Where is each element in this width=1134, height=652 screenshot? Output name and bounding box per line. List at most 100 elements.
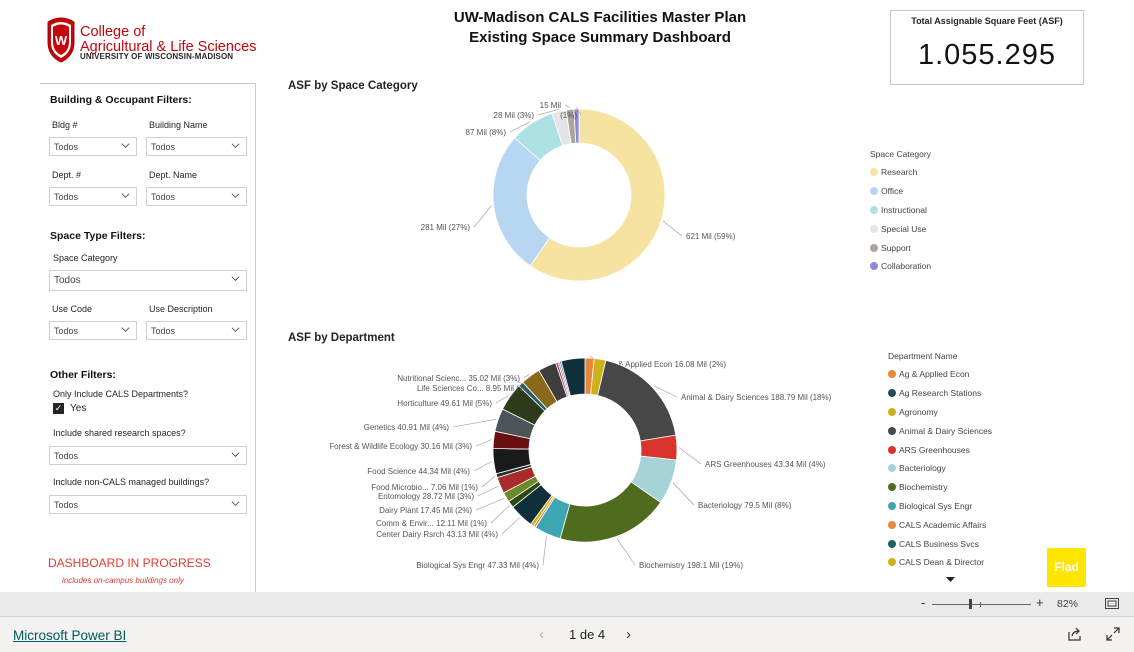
legend-marker — [870, 262, 878, 271]
legend-item-cals-dean-director[interactable]: CALS Dean & Director — [888, 553, 992, 572]
zoom-out-button[interactable]: - — [921, 595, 925, 610]
legend-label: CALS Business Svcs — [899, 538, 979, 549]
expand-icon[interactable] — [1106, 627, 1120, 641]
legend-label: ARS Greenhouses — [899, 444, 970, 455]
zoom-bar: - + 82% — [0, 592, 1134, 617]
leader-line — [481, 476, 495, 488]
legend-item-ars-greenhouses[interactable]: ARS Greenhouses — [888, 440, 992, 459]
fit-to-page-icon[interactable] — [1105, 598, 1119, 609]
legend-label: Instructional — [881, 204, 927, 215]
legend-item-cals-business-svcs[interactable]: CALS Business Svcs — [888, 534, 992, 553]
bldg-name-label: Building Name — [149, 120, 208, 130]
leader-line — [473, 461, 492, 472]
use-description-dropdown[interactable]: Todos — [146, 321, 247, 340]
use-description-value: Todos — [151, 326, 176, 336]
legend-marker — [888, 464, 896, 473]
legend-marker — [888, 483, 896, 492]
title-line1: UW-Madison CALS Facilities Master Plan — [453, 9, 747, 26]
legend-title: Space Category — [870, 149, 931, 159]
legend-marker — [870, 168, 878, 177]
zoom-slider-track[interactable] — [932, 604, 1031, 605]
bldg-name-value: Todos — [151, 142, 176, 152]
legend-item-research[interactable]: Research — [870, 163, 931, 182]
chevron-down-icon — [231, 143, 240, 148]
legend-item-agronomy[interactable]: Agronomy — [888, 403, 992, 422]
legend-item-biological-sys-engr[interactable]: Biological Sys Engr — [888, 497, 992, 516]
bldg-name-dropdown[interactable]: Todos — [146, 137, 247, 156]
non-cals-dropdown[interactable]: Todos — [49, 495, 247, 514]
bldg-num-dropdown[interactable]: Todos — [49, 137, 137, 156]
zoom-slider-thumb[interactable] — [969, 599, 972, 609]
legend-marker — [888, 501, 896, 510]
legend-label: Support — [881, 242, 911, 253]
legend-item-animal-dairy-sciences[interactable]: Animal & Dairy Sciences — [888, 421, 992, 440]
slice-animal-dairy-sciences[interactable] — [597, 359, 677, 442]
use-code-label: Use Code — [52, 304, 93, 314]
data-label-dairy-plant: Dairy Plant 17.45 Mil (2%) — [379, 506, 472, 515]
data-label-forest-wildlife-ecology: Forest & Wildlife Ecology 30.16 Mil (3%) — [329, 442, 472, 451]
zoom-in-button[interactable]: + — [1036, 595, 1044, 610]
legend-item-biochemistry[interactable]: Biochemistry — [888, 478, 992, 497]
shared-research-label: Include shared research spaces? — [53, 428, 186, 438]
checkbox-checked-icon[interactable]: ✓ — [53, 403, 64, 414]
uw-crest-icon: W — [47, 17, 75, 63]
space-category-value: Todos — [54, 275, 81, 286]
use-code-dropdown[interactable]: Todos — [49, 321, 137, 340]
legend-item-ag-applied-econ[interactable]: Ag & Applied Econ — [888, 365, 992, 384]
data-label-center-dairy-rsrch: Center Dairy Rsrch 43.13 Mil (4%) — [376, 530, 498, 539]
power-bi-link[interactable]: Microsoft Power BI — [13, 628, 126, 643]
legend-marker — [888, 370, 896, 379]
legend-item-ag-research-stations[interactable]: Ag Research Stations — [888, 384, 992, 403]
chevron-down-icon — [231, 452, 240, 457]
shared-research-dropdown[interactable]: Todos — [49, 446, 247, 465]
leader-line — [473, 205, 492, 228]
legend-item-bacteriology[interactable]: Bacteriology — [888, 459, 992, 478]
dept-name-label: Dept. Name — [149, 170, 198, 180]
legend-item-special-use[interactable]: Special Use — [870, 219, 931, 238]
legend-marker — [888, 539, 896, 548]
legend-item-collaboration[interactable]: Collaboration — [870, 257, 931, 276]
svg-text:W: W — [55, 33, 68, 48]
zoom-percent: 82% — [1057, 598, 1079, 610]
previous-page-button[interactable]: ‹ — [539, 626, 544, 643]
legend-item-cals-academic-affairs[interactable]: CALS Academic Affairs — [888, 515, 992, 534]
legend-item-instructional[interactable]: Instructional — [870, 201, 931, 220]
scroll-down-icon[interactable] — [946, 577, 955, 583]
dept-num-label: Dept. # — [52, 170, 82, 180]
data-label-ars-greenhouses: ARS Greenhouses 43.34 Mil (4%) — [705, 460, 826, 469]
share-icon[interactable] — [1068, 627, 1082, 641]
dashboard-progress-notice: DASHBOARD IN PROGRESS — [48, 556, 211, 570]
next-page-button[interactable]: › — [626, 626, 631, 643]
data-label-horticulture: Horticulture 49.61 Mil (5%) — [397, 399, 492, 408]
chevron-down-icon — [231, 193, 240, 198]
leader-line — [616, 538, 636, 566]
legend-label: Biological Sys Engr — [899, 500, 973, 511]
data-label-animal-dairy-sciences: Animal & Dairy Sciences 188.79 Mil (18%) — [681, 393, 832, 402]
legend-item-office[interactable]: Office — [870, 182, 931, 201]
space-category-dropdown[interactable]: Todos — [49, 270, 247, 291]
data-label-entomology: Entomology 28.72 Mil (3%) — [378, 492, 474, 501]
flad-badge: Flad — [1047, 548, 1086, 587]
chevron-down-icon — [231, 327, 240, 332]
legend-label: Ag Research Stations — [899, 388, 982, 399]
legend-marker — [870, 205, 878, 214]
legend-label: Collaboration — [881, 261, 932, 272]
legend-item-support[interactable]: Support — [870, 238, 931, 257]
chevron-down-icon — [121, 327, 130, 332]
non-cals-value: Todos — [54, 500, 79, 510]
legend-label: Research — [881, 167, 918, 178]
department-donut-chart[interactable]: Ag & Applied Econ 16.08 Mil (2%)Animal &… — [280, 350, 860, 580]
legend-marker — [888, 426, 896, 435]
footer-bar: Microsoft Power BI ‹ 1 de 4 › — [0, 617, 1134, 652]
space-category-label: Space Category — [53, 253, 118, 263]
legend-label: Biochemistry — [899, 482, 948, 493]
space-filters-heading: Space Type Filters: — [50, 230, 146, 242]
cals-only-checkbox-row[interactable]: ✓ Yes — [53, 403, 86, 414]
dept-num-dropdown[interactable]: Todos — [49, 187, 137, 206]
logo-line1: College of — [80, 24, 146, 40]
data-label-comm-envir: Comm & Envir... 12.11 Mil (1%) — [376, 519, 487, 528]
dept-name-dropdown[interactable]: Todos — [146, 187, 247, 206]
space-category-donut-chart[interactable]: 621 Mil (59%) 281 Mil (27%) 87 Mil (8%) 28 … — [280, 95, 860, 310]
chevron-down-icon — [121, 193, 130, 198]
asf-kpi-card[interactable]: Total Assignable Square Feet (ASF) 1.055… — [890, 10, 1084, 85]
